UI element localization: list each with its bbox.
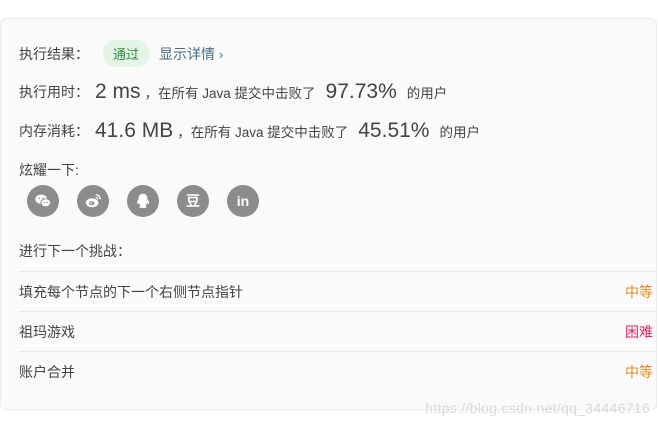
- memory-suffix: 的用户: [439, 125, 480, 140]
- qq-glyph: [137, 193, 149, 208]
- watermark: https://blog.csdn.net/qq_34446716: [425, 400, 650, 416]
- weibo-icon[interactable]: [77, 185, 109, 217]
- weibo-glyph: [85, 193, 101, 208]
- challenge-title: 进行下一个挑战：: [19, 243, 131, 259]
- memory-value: 41.6 MB: [95, 119, 174, 142]
- wechat-icon[interactable]: [27, 185, 59, 217]
- memory-label: 内存消耗：: [19, 123, 89, 139]
- difficulty-badge: 中等: [625, 363, 653, 380]
- runtime-row: 执行用时： 2 ms ，在所有 Java 提交中击败了 97.73% 的用户: [19, 80, 447, 104]
- show-details-link[interactable]: 显示详情 ›: [159, 44, 223, 64]
- memory-row: 内存消耗： 41.6 MB ，在所有 Java 提交中击败了 45.51% 的用…: [19, 119, 480, 143]
- status-badge: 通过: [103, 40, 150, 67]
- wechat-glyph: [35, 194, 52, 208]
- linkedin-glyph: in: [236, 193, 250, 209]
- challenge-name[interactable]: 祖玛游戏: [19, 322, 75, 342]
- runtime-mid-text: ，在所有 Java 提交中击败了: [144, 86, 316, 101]
- share-label: 炫耀一下:: [19, 162, 79, 178]
- challenge-name[interactable]: 填充每个节点的下一个右侧节点指针: [19, 282, 243, 302]
- runtime-value: 2 ms: [95, 80, 141, 103]
- share-row: 炫耀一下:: [19, 160, 79, 180]
- douban-glyph: 豆: [186, 193, 200, 209]
- douban-icon[interactable]: 豆: [177, 185, 209, 217]
- challenge-item[interactable]: 填充每个节点的下一个右侧节点指针 中等: [19, 271, 657, 311]
- challenge-name[interactable]: 账户合并: [19, 362, 75, 382]
- runtime-suffix: 的用户: [406, 86, 448, 101]
- challenge-item[interactable]: 账户合并 中等: [19, 351, 657, 391]
- linkedin-icon[interactable]: in: [227, 185, 259, 217]
- difficulty-badge: 困难: [625, 323, 653, 340]
- result-row: 执行结果： 通过 显示详情 ›: [19, 40, 223, 67]
- challenge-item[interactable]: 祖玛游戏 困难: [19, 311, 657, 351]
- chevron-right-icon: ›: [219, 46, 224, 62]
- share-icons: 豆 in: [27, 185, 259, 217]
- runtime-percent: 97.73%: [325, 80, 397, 103]
- runtime-label: 执行用时：: [19, 84, 89, 100]
- memory-percent: 45.51%: [358, 119, 430, 142]
- result-label: 执行结果：: [19, 45, 89, 62]
- challenge-list: 填充每个节点的下一个右侧节点指针 中等 祖玛游戏 困难 账户合并 中等: [19, 271, 657, 391]
- qq-icon[interactable]: [127, 185, 159, 217]
- memory-mid-text: ，在所有 Java 提交中击败了: [177, 125, 349, 140]
- difficulty-badge: 中等: [625, 283, 653, 300]
- show-details-label: 显示详情: [159, 45, 216, 62]
